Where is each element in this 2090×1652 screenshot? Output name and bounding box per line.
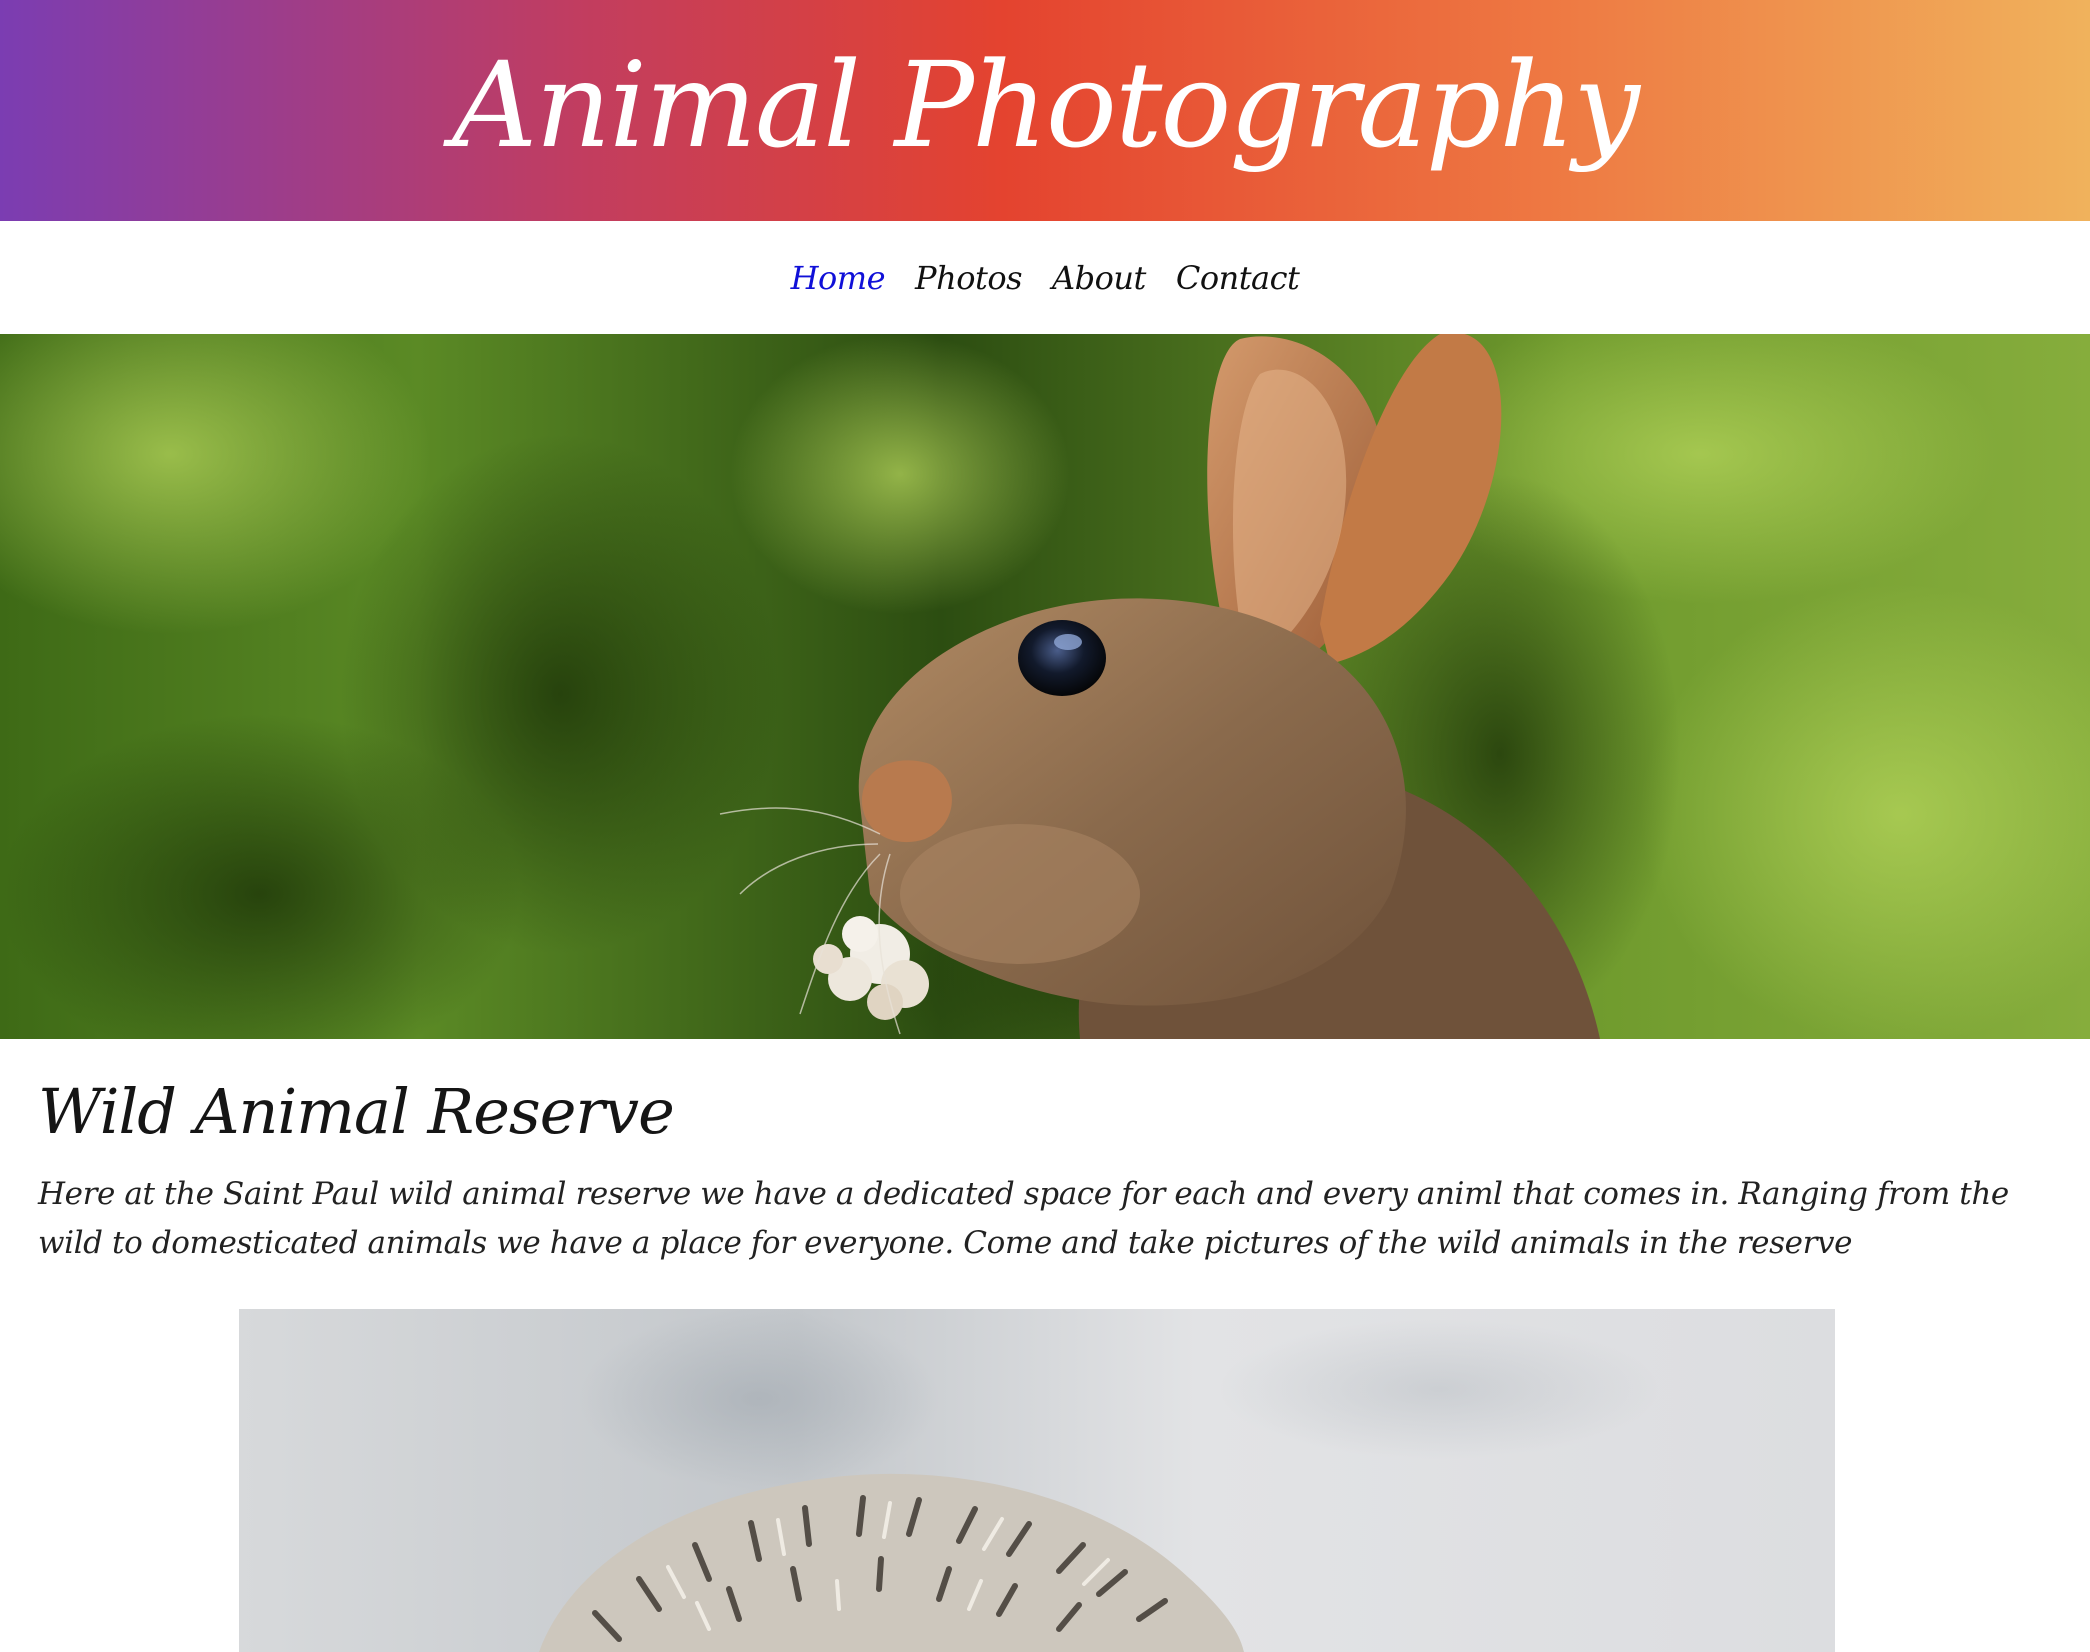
hedgehog-photo bbox=[239, 1309, 1835, 1652]
nav-link-contact[interactable]: Contact bbox=[1176, 259, 1300, 297]
site-title: Animal Photography bbox=[452, 35, 1640, 174]
intro-paragraph: Here at the Saint Paul wild animal reser… bbox=[38, 1176, 2009, 1261]
nav-link-home[interactable]: Home bbox=[791, 259, 886, 297]
nav-link-about[interactable]: About bbox=[1052, 259, 1146, 297]
hedgehog-photo-illustration bbox=[239, 1309, 1835, 1652]
hero-rabbit-photo bbox=[0, 334, 2090, 1039]
main-nav: Home Photos About Contact bbox=[0, 221, 2090, 334]
nav-link-photos[interactable]: Photos bbox=[915, 259, 1022, 297]
section-heading: Wild Animal Reserve bbox=[38, 1075, 675, 1148]
rabbit-photo-illustration bbox=[0, 334, 2090, 1039]
site-header: Animal Photography bbox=[0, 0, 2090, 221]
